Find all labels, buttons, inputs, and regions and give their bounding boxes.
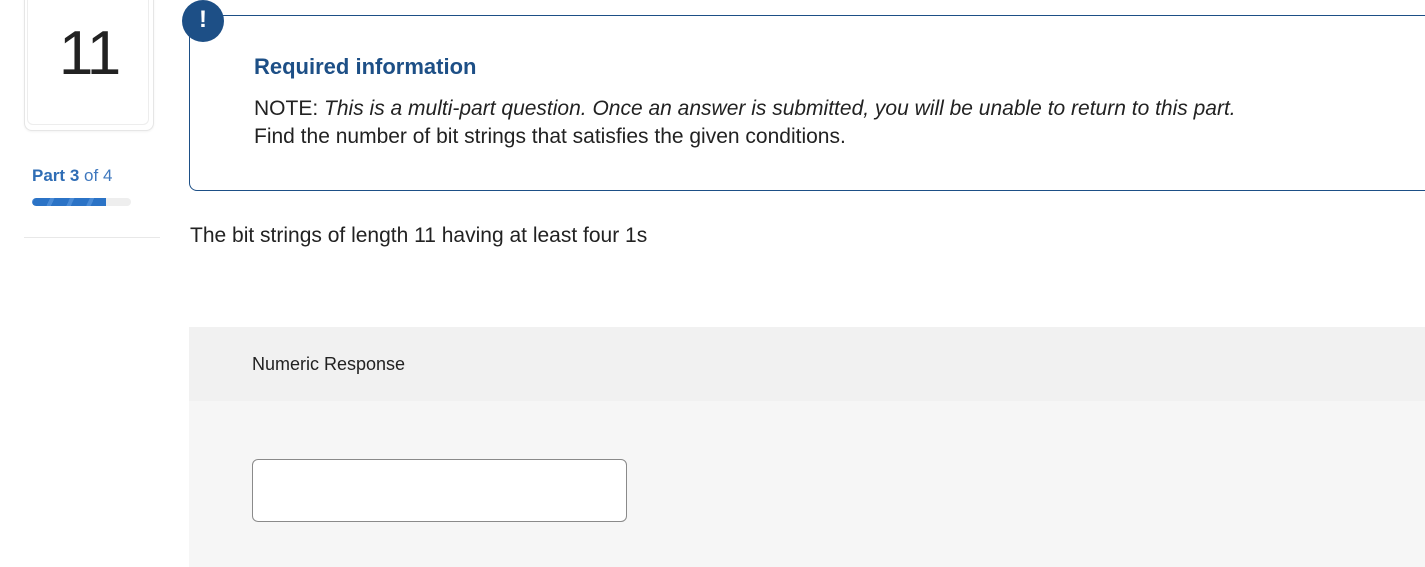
response-panel: Numeric Response xyxy=(189,327,1425,567)
sidebar-divider xyxy=(24,237,160,238)
instruction-text: Find the number of bit strings that sati… xyxy=(254,125,846,148)
note-line: NOTE: This is a multi-part question. Onc… xyxy=(254,95,1236,123)
part-indicator: Part 3 of 4 xyxy=(32,166,112,186)
part-word: Part xyxy=(32,166,66,185)
question-number: 11 xyxy=(58,19,121,88)
required-information-title: Required information xyxy=(254,54,477,79)
part-progress-bar xyxy=(32,198,131,206)
question-prompt: The bit strings of length 11 having at l… xyxy=(190,224,648,247)
response-type-label: Numeric Response xyxy=(252,354,406,374)
question-number-card: 11 xyxy=(24,0,154,131)
part-current: 3 xyxy=(69,166,80,185)
numeric-answer-input[interactable] xyxy=(252,459,627,522)
part-total: 4 xyxy=(102,166,113,185)
response-header: Numeric Response xyxy=(189,327,1425,401)
question-number-card-inner: 11 xyxy=(27,0,149,125)
part-progress-fill xyxy=(32,198,107,206)
note-italic-text: This is a multi-part question. Once an a… xyxy=(324,97,1236,120)
required-information-note: NOTE: This is a multi-part question. Onc… xyxy=(254,95,1236,151)
note-prefix: NOTE: xyxy=(254,97,319,120)
question-page: 11 Part 3 of 4 ! Required information NO… xyxy=(0,0,1425,567)
part-of: of xyxy=(84,166,99,185)
exclamation-icon: ! xyxy=(182,0,224,42)
